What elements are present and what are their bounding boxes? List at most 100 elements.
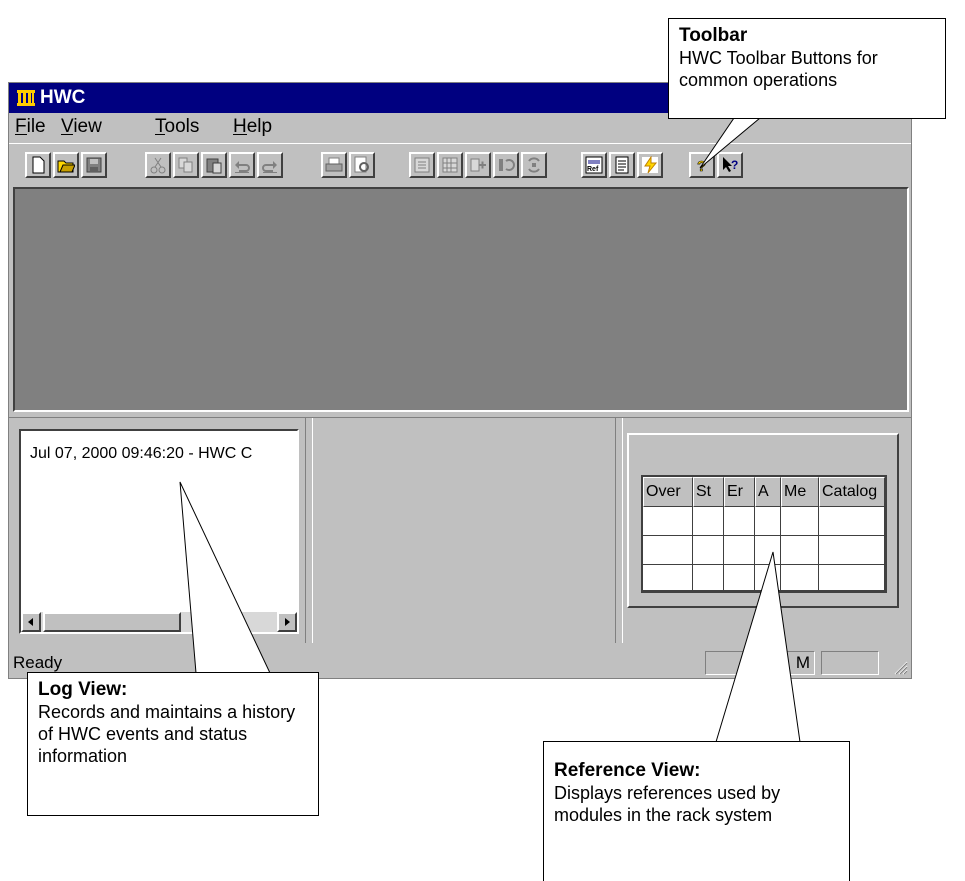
module-icon	[414, 157, 430, 173]
grid-cell[interactable]	[693, 565, 724, 591]
execute-icon	[642, 156, 658, 174]
refresh-button[interactable]	[493, 152, 519, 178]
sync-icon	[528, 157, 540, 173]
menu-view-mnemonic	[61, 134, 74, 135]
menu-file[interactable]: File	[15, 116, 46, 138]
grid-cell[interactable]	[643, 536, 693, 565]
log-view-callout-body: Records and maintains a history of HWC e…	[38, 702, 296, 766]
reference-icon: Ref	[585, 156, 603, 174]
svg-text:Ref: Ref	[587, 166, 599, 173]
redo-button[interactable]	[257, 152, 283, 178]
print-button[interactable]	[321, 152, 347, 178]
vertical-splitter-left[interactable]	[305, 418, 313, 643]
vertical-splitter-right[interactable]	[615, 418, 623, 643]
add-button[interactable]	[465, 152, 491, 178]
column-header-module[interactable]: Me	[781, 477, 819, 507]
help-button[interactable]: ?	[689, 152, 715, 178]
execute-button[interactable]	[637, 152, 663, 178]
open-button[interactable]	[53, 152, 79, 178]
toolbar-callout-title: Toolbar	[679, 25, 748, 46]
log-view-callout-title: Log View:	[38, 679, 128, 700]
grid-cell[interactable]	[819, 507, 885, 536]
hwc-window: HWC File View Tools Help Ref ? ? Jul 07,…	[8, 82, 912, 679]
toolbar: Ref ? ?	[9, 143, 911, 183]
log-entry: Jul 07, 2000 09:46:20 - HWC C	[30, 445, 253, 462]
add-icon	[470, 158, 486, 172]
log-horizontal-scrollbar[interactable]	[21, 612, 297, 632]
grid-cell[interactable]	[724, 507, 755, 536]
cut-button[interactable]	[145, 152, 171, 178]
grid-cell[interactable]	[724, 565, 755, 591]
paste-button[interactable]	[201, 152, 227, 178]
paste-icon	[206, 158, 222, 174]
scroll-thumb[interactable]	[43, 612, 181, 632]
menu-help-mnemonic	[233, 134, 247, 135]
svg-text:?: ?	[731, 158, 738, 172]
reference-view: Over St Er A Me Catalog	[627, 433, 899, 608]
rack-icon	[442, 157, 458, 173]
grid-cell[interactable]	[755, 565, 781, 591]
window-title: HWC	[40, 87, 86, 108]
print-icon	[325, 157, 343, 172]
help-icon: ?	[697, 158, 707, 174]
scroll-right-button[interactable]	[277, 612, 297, 632]
grid-cell[interactable]	[755, 536, 781, 565]
log-view-callout: Log View: Records and maintains a histor…	[27, 672, 319, 816]
grid-cell[interactable]	[781, 565, 819, 591]
menu-tools-mnemonic	[155, 134, 165, 135]
rack-button[interactable]	[437, 152, 463, 178]
middle-pane	[315, 418, 615, 643]
grid-cell[interactable]	[781, 507, 819, 536]
menu-tools[interactable]: Tools	[155, 116, 199, 138]
cut-icon	[150, 157, 166, 174]
grid-cell[interactable]	[693, 507, 724, 536]
new-button[interactable]	[25, 152, 51, 178]
status-panel-extra	[821, 651, 879, 675]
grid-cell[interactable]	[643, 507, 693, 536]
column-header-status[interactable]: St	[693, 477, 724, 507]
reference-grid[interactable]: Over St Er A Me Catalog	[641, 475, 887, 593]
column-header-address[interactable]: A	[755, 477, 781, 507]
grid-cell[interactable]	[781, 536, 819, 565]
resize-grip-icon[interactable]	[892, 659, 908, 675]
log-view[interactable]: Jul 07, 2000 09:46:20 - HWC C	[19, 429, 299, 634]
print-preview-icon	[354, 156, 369, 173]
grid-cell[interactable]	[643, 565, 693, 591]
module-button[interactable]	[409, 152, 435, 178]
sync-button[interactable]	[521, 152, 547, 178]
menu-view[interactable]: View	[61, 116, 102, 138]
menu-help[interactable]: Help	[233, 116, 272, 138]
new-icon	[32, 156, 45, 174]
reference-view-callout-title: Reference View:	[554, 760, 701, 781]
open-icon	[57, 160, 75, 173]
column-header-catalog[interactable]: Catalog	[819, 477, 885, 507]
undo-button[interactable]	[229, 152, 255, 178]
column-header-error[interactable]: Er	[724, 477, 755, 507]
arrow-left-icon	[28, 618, 33, 626]
rack-view-area[interactable]	[13, 187, 909, 412]
toolbar-callout: Toolbar HWC Toolbar Buttons for common o…	[668, 18, 946, 119]
context-help-button[interactable]: ?	[717, 152, 743, 178]
arrow-right-icon	[285, 618, 290, 626]
print-preview-button[interactable]	[349, 152, 375, 178]
reference-button[interactable]: Ref	[581, 152, 607, 178]
grid-cell[interactable]	[693, 536, 724, 565]
grid-cell[interactable]	[724, 536, 755, 565]
redo-icon	[262, 161, 277, 173]
log-button[interactable]	[609, 152, 635, 178]
grid-cell[interactable]	[819, 536, 885, 565]
copy-button[interactable]	[173, 152, 199, 178]
refresh-icon	[499, 159, 515, 171]
reference-view-callout-body: Displays references used by modules in t…	[554, 783, 781, 825]
status-panel-mode: M	[705, 651, 815, 675]
save-button[interactable]	[81, 152, 107, 178]
reference-view-callout: Reference View: Displays references used…	[543, 741, 850, 881]
scroll-left-button[interactable]	[21, 612, 41, 632]
context-help-icon: ?	[723, 157, 738, 172]
save-icon	[86, 157, 102, 173]
status-text: Ready	[13, 653, 63, 672]
log-icon	[615, 156, 629, 174]
column-header-overview[interactable]: Over	[643, 477, 693, 507]
grid-cell[interactable]	[819, 565, 885, 591]
grid-cell[interactable]	[755, 507, 781, 536]
